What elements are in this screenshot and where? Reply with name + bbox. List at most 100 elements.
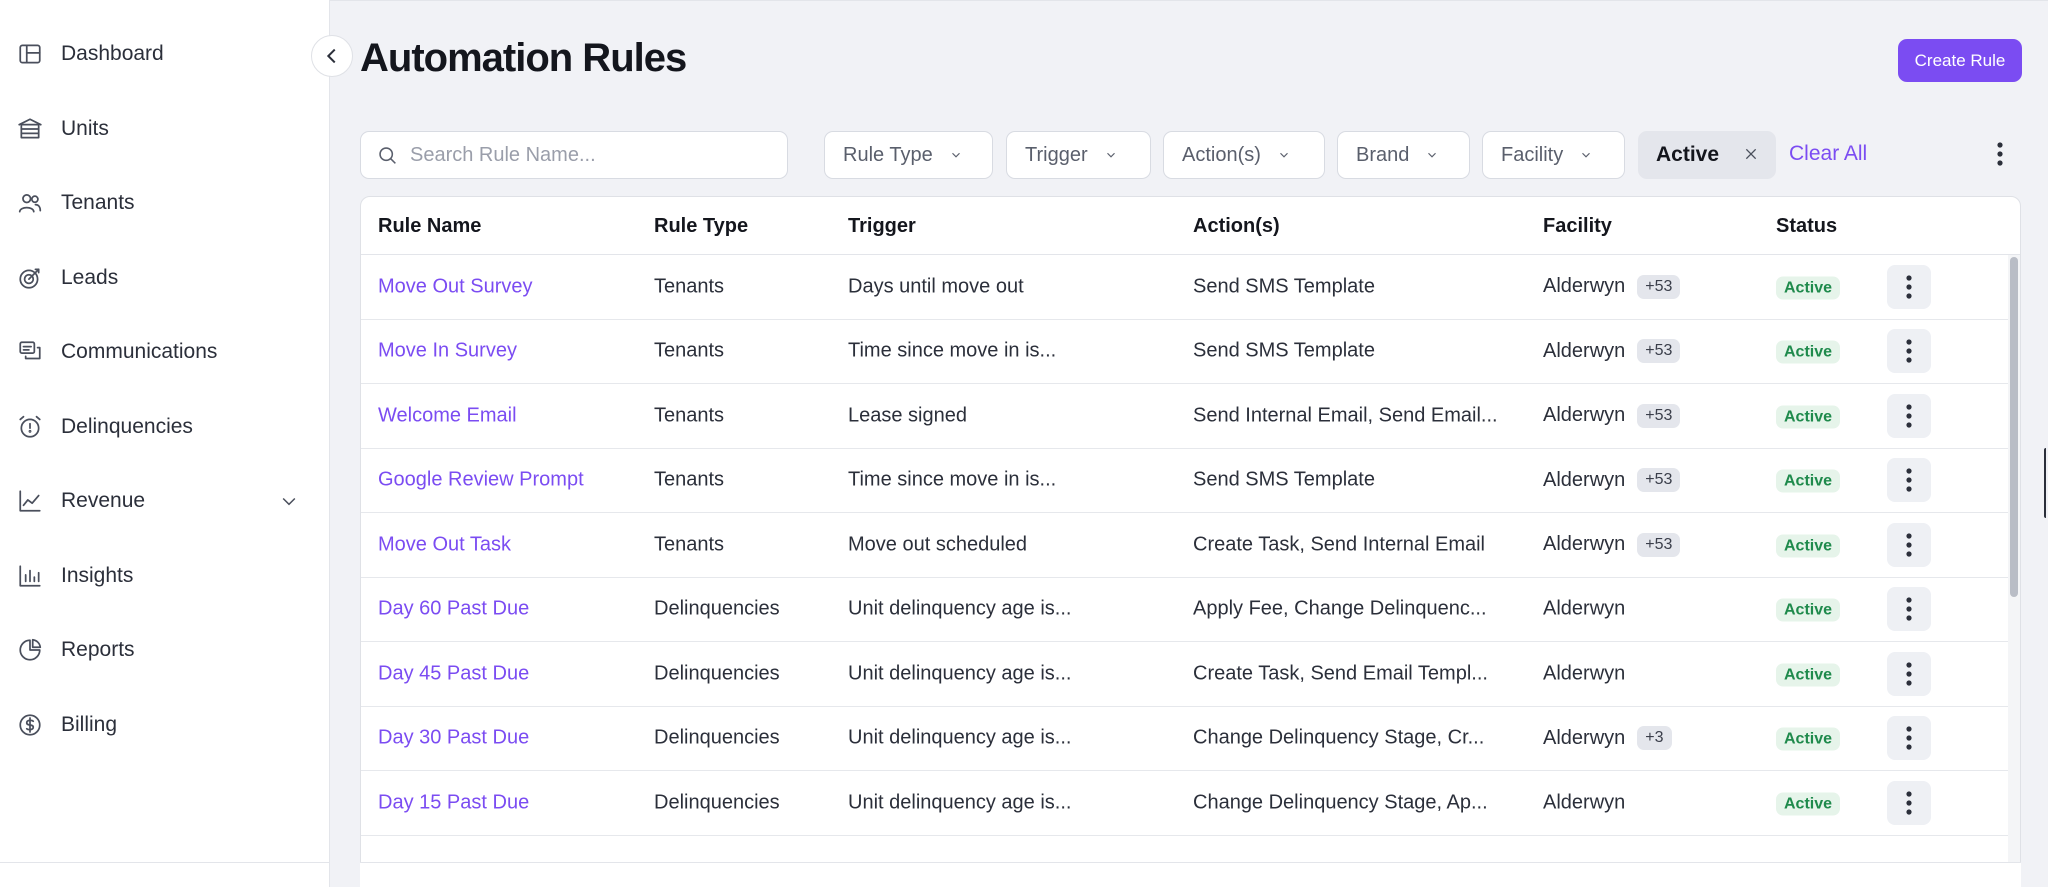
rule-name-link[interactable]: Day 45 Past Due xyxy=(378,662,529,685)
sidebar-item-billing[interactable]: Billing xyxy=(0,688,329,763)
actions-cell: Send SMS Template xyxy=(1193,339,1375,362)
rule-name-link[interactable]: Day 60 Past Due xyxy=(378,598,529,621)
table-row[interactable]: Move In Survey Tenants Time since move i… xyxy=(361,320,2008,384)
rule-name-link[interactable]: Move Out Task xyxy=(378,533,511,556)
column-header-actions[interactable]: Action(s) xyxy=(1193,215,1280,238)
trigger-cell: Unit delinquency age is... xyxy=(848,597,1072,620)
search-input[interactable] xyxy=(410,143,770,167)
rule-name-link[interactable]: Day 30 Past Due xyxy=(378,727,529,750)
chevron-left-icon xyxy=(326,48,336,64)
facility-name: Alderwyn xyxy=(1543,533,1626,556)
row-actions-button[interactable] xyxy=(1887,458,1931,503)
facility-count-badge[interactable]: +53 xyxy=(1637,532,1681,557)
facility-count-badge[interactable]: +3 xyxy=(1637,726,1672,751)
column-header-status[interactable]: Status xyxy=(1776,215,1837,238)
rule-name-link[interactable]: Move Out Survey xyxy=(378,275,533,298)
dropdown-label: Facility xyxy=(1501,143,1564,166)
facility-count-badge[interactable]: +53 xyxy=(1637,403,1681,428)
row-actions-button[interactable] xyxy=(1887,393,1931,438)
table-row[interactable]: Welcome Email Tenants Lease signed Send … xyxy=(361,384,2008,449)
sidebar-item-label: Leads xyxy=(61,265,119,289)
row-actions-button[interactable] xyxy=(1887,329,1931,374)
sidebar-item-label: Revenue xyxy=(61,489,146,513)
rule-name-link[interactable]: Google Review Prompt xyxy=(378,469,584,492)
chevron-down-icon[interactable] xyxy=(279,491,299,511)
clear-all-link[interactable]: Clear All xyxy=(1789,142,1867,166)
communications-icon xyxy=(16,338,44,366)
sidebar-item-label: Dashboard xyxy=(61,42,164,66)
actions-filter[interactable]: Action(s) xyxy=(1163,131,1325,179)
sidebar-item-insights[interactable]: Insights xyxy=(0,539,329,614)
sidebar-item-leads[interactable]: Leads xyxy=(0,241,329,316)
table-row[interactable]: Move Out Task Tenants Move out scheduled… xyxy=(361,513,2008,578)
row-actions-button[interactable] xyxy=(1887,651,1931,696)
facility-count-badge[interactable]: +53 xyxy=(1637,274,1681,299)
units-icon xyxy=(16,115,44,143)
sidebar-item-units[interactable]: Units xyxy=(0,92,329,167)
status-badge: Active xyxy=(1776,534,1841,558)
rule-type-cell: Tenants xyxy=(654,339,725,362)
more-options-icon xyxy=(1906,404,1912,428)
more-options-icon[interactable] xyxy=(1985,136,2015,172)
rule-type-cell: Tenants xyxy=(654,404,725,427)
alarm-clock-icon xyxy=(16,413,44,441)
dropdown-label: Rule Type xyxy=(843,143,933,166)
row-actions-button[interactable] xyxy=(1887,587,1931,632)
row-actions-button[interactable] xyxy=(1887,780,1931,825)
sidebar-item-reports[interactable]: Reports xyxy=(0,613,329,688)
table-row[interactable]: Google Review Prompt Tenants Time since … xyxy=(361,449,2008,513)
table-row[interactable]: Day 60 Past Due Delinquencies Unit delin… xyxy=(361,578,2008,642)
rule-name-link[interactable]: Welcome Email xyxy=(378,404,517,427)
sidebar-item-tenants[interactable]: Tenants xyxy=(0,166,329,241)
row-actions-button[interactable] xyxy=(1887,716,1931,761)
facility-filter[interactable]: Facility xyxy=(1482,131,1625,179)
active-status-chip[interactable]: Active xyxy=(1638,131,1776,179)
column-header-rule-type[interactable]: Rule Type xyxy=(654,215,748,238)
sidebar-item-delinquencies[interactable]: Delinquencies xyxy=(0,390,329,465)
search-box[interactable] xyxy=(360,131,788,179)
leads-icon xyxy=(16,264,44,292)
facility-name: Alderwyn xyxy=(1543,662,1626,685)
column-header-facility[interactable]: Facility xyxy=(1543,215,1612,238)
table-row[interactable]: Day 45 Past Due Delinquencies Unit delin… xyxy=(361,642,2008,707)
status-cell: Active xyxy=(1776,404,1841,429)
column-header-rule-name[interactable]: Rule Name xyxy=(378,215,481,238)
rule-type-cell: Delinquencies xyxy=(654,791,780,814)
search-icon xyxy=(379,146,396,164)
brand-filter[interactable]: Brand xyxy=(1337,131,1470,179)
chip-label: Active xyxy=(1656,143,1720,166)
actions-cell: Send SMS Template xyxy=(1193,275,1375,298)
facility-cell: Alderwyn xyxy=(1543,791,1625,814)
rule-name-link[interactable]: Move In Survey xyxy=(378,340,517,363)
sidebar-nav: Dashboard Units Tenants Leads Communicat… xyxy=(0,0,329,762)
trigger-filter[interactable]: Trigger xyxy=(1006,131,1151,179)
table-row[interactable]: Day 15 Past Due Delinquencies Unit delin… xyxy=(361,771,2008,836)
window-edge-handle xyxy=(2044,448,2048,518)
sidebar-item-dashboard[interactable]: Dashboard xyxy=(0,17,329,92)
sidebar-item-revenue[interactable]: Revenue xyxy=(0,464,329,539)
create-rule-button[interactable]: Create Rule xyxy=(1898,39,2022,82)
row-actions-button[interactable] xyxy=(1887,264,1931,309)
collapse-sidebar-button[interactable] xyxy=(311,35,353,77)
facility-count-badge[interactable]: +53 xyxy=(1637,468,1681,493)
actions-cell: Send Internal Email, Send Email... xyxy=(1193,404,1498,427)
facility-cell: Alderwyn xyxy=(1543,662,1625,685)
dropdown-label: Trigger xyxy=(1025,143,1088,166)
column-header-trigger[interactable]: Trigger xyxy=(848,215,916,238)
rule-type-cell: Delinquencies xyxy=(654,597,780,620)
scrollbar-thumb[interactable] xyxy=(2010,257,2018,597)
chevron-down-icon xyxy=(949,148,963,162)
close-icon[interactable] xyxy=(1743,146,1761,164)
table-row[interactable]: Day 30 Past Due Delinquencies Unit delin… xyxy=(361,707,2008,771)
status-cell: Active xyxy=(1776,469,1841,493)
row-actions-button[interactable] xyxy=(1887,522,1931,567)
facility-cell: Alderwyn +53 xyxy=(1543,403,1681,428)
facility-cell: Alderwyn +53 xyxy=(1543,468,1681,493)
sidebar-item-communications[interactable]: Communications xyxy=(0,315,329,390)
table-row[interactable]: Move Out Survey Tenants Days until move … xyxy=(361,255,2008,320)
rule-name-link[interactable]: Day 15 Past Due xyxy=(378,791,529,814)
facility-count-badge[interactable]: +53 xyxy=(1637,339,1681,364)
more-options-icon xyxy=(1906,662,1912,686)
status-cell: Active xyxy=(1776,533,1841,558)
rule-type-filter[interactable]: Rule Type xyxy=(824,131,993,179)
